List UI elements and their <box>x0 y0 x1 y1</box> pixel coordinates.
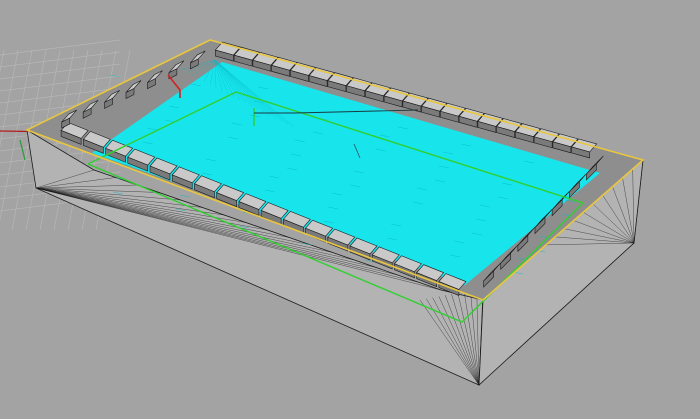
world-y-axis <box>19 139 26 161</box>
viewport-canvas[interactable] <box>0 0 700 419</box>
rhino-perspective-viewport[interactable] <box>0 0 700 419</box>
model-object[interactable] <box>24 39 645 386</box>
